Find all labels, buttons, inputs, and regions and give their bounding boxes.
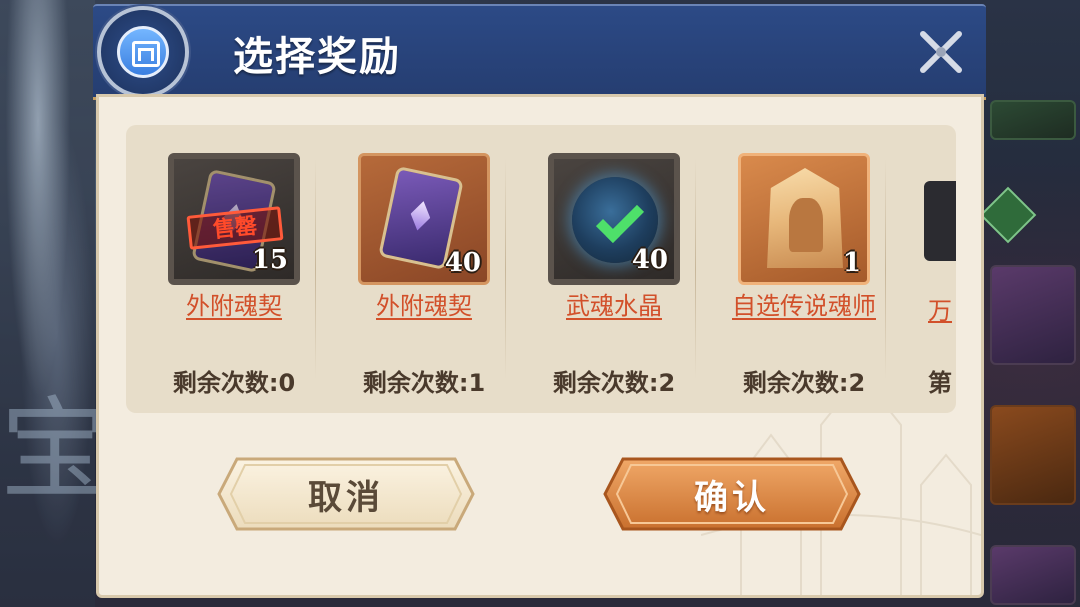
reward-icon-frame: 售罄 15	[168, 153, 300, 285]
shop-icon	[117, 26, 169, 78]
reward-item[interactable]: 40 武魂水晶 剩余次数:2	[506, 125, 696, 413]
background-tile	[990, 405, 1076, 505]
reward-icon-frame	[924, 181, 956, 261]
close-button[interactable]	[913, 24, 969, 80]
cancel-button[interactable]: 取消	[215, 455, 477, 533]
confirm-button-label: 确认	[694, 477, 770, 518]
close-icon	[920, 31, 962, 73]
reward-quantity: 40	[631, 245, 668, 275]
background-tile	[990, 545, 1076, 605]
reward-name-link[interactable]: 自选传说魂师	[714, 291, 894, 321]
confirm-button[interactable]: 确认	[601, 455, 863, 533]
cancel-button-label: 取消	[308, 477, 384, 518]
reward-remaining-count: 剩余次数:1	[362, 369, 486, 397]
reward-quantity: 15	[251, 245, 288, 275]
reward-list: 售罄 15 外附魂契 剩余次数:0 40 外附魂契 剩余次数:1 40 武魂水晶…	[126, 125, 956, 413]
reward-remaining-count: 剩余次数:0	[172, 369, 296, 397]
reward-remaining-count: 第	[928, 369, 952, 397]
reward-item[interactable]: 40 外附魂契 剩余次数:1	[316, 125, 506, 413]
reward-name-link[interactable]: 外附魂契	[144, 291, 324, 321]
reward-icon-frame: 1	[738, 153, 870, 285]
reward-item[interactable]: 售罄 15 外附魂契 剩余次数:0	[126, 125, 316, 413]
background-tile	[990, 265, 1076, 365]
reward-quantity: 40	[444, 248, 481, 278]
shop-emblem-icon	[97, 6, 189, 98]
background-tile	[990, 100, 1076, 140]
reward-name-link[interactable]: 武魂水晶	[524, 291, 704, 321]
reward-name-link[interactable]: 万	[928, 291, 952, 326]
reward-item-partial[interactable]: 万 第	[924, 125, 956, 413]
dialog-title: 选择奖励	[233, 34, 401, 80]
selected-check-icon	[595, 194, 645, 244]
reward-icon-frame: 40	[548, 153, 680, 285]
reward-icon-frame: 40	[358, 153, 490, 285]
reward-remaining-count: 剩余次数:2	[552, 369, 676, 397]
background-inventory-strip	[979, 95, 1080, 607]
reward-name-link[interactable]: 外附魂契	[334, 291, 514, 321]
legendary-master-icon	[767, 168, 843, 268]
dialog-header: 选择奖励	[93, 4, 986, 100]
reward-remaining-count: 剩余次数:2	[742, 369, 866, 397]
reward-item[interactable]: 1 自选传说魂师 剩余次数:2	[696, 125, 886, 413]
dialog-body: 售罄 15 外附魂契 剩余次数:0 40 外附魂契 剩余次数:1 40 武魂水晶…	[96, 94, 984, 598]
background-watermark-char: 宝	[0, 386, 110, 514]
background-rank-badge-icon	[979, 186, 1037, 244]
select-reward-dialog: 选择奖励 售罄 15 外附魂契 剩余次数:0 40 外附魂契 剩余次数:1 40…	[93, 4, 986, 600]
reward-quantity: 1	[842, 248, 861, 278]
